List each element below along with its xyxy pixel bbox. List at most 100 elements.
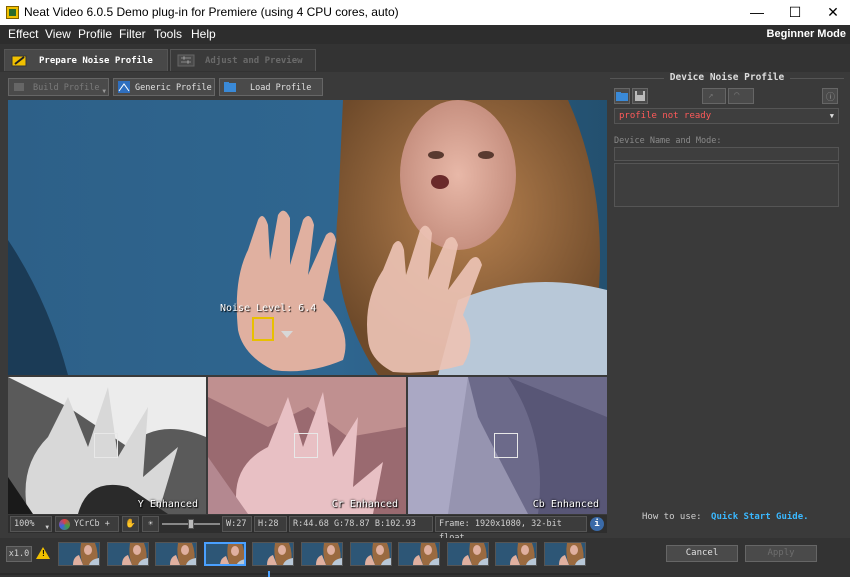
thumbnail-image <box>545 543 585 565</box>
timeline-thumbnail[interactable] <box>446 542 489 566</box>
main-viewer[interactable]: Noise Level: 6.4 <box>8 100 607 375</box>
hand-icon: ✋ <box>125 519 136 529</box>
colorspace-select[interactable]: YCrCb + <box>55 516 119 532</box>
thumbnail-image <box>447 543 488 565</box>
slider-handle[interactable] <box>188 519 194 529</box>
noise-level-label: Noise Level: 6.4 <box>220 303 317 314</box>
profile-info-button[interactable]: ⓘ <box>822 88 838 104</box>
cr-enhanced-label: Cr Enhanced <box>331 499 398 510</box>
width-readout: W:27 <box>222 516 252 532</box>
menu-profile[interactable]: Profile <box>78 27 112 41</box>
howto-label: How to use: Quick Start Guide. <box>642 512 809 522</box>
timeline-marker[interactable] <box>268 571 270 577</box>
thumbnail-image <box>107 543 148 565</box>
tabs-row: Prepare Noise Profile Adjust and Preview <box>0 44 850 72</box>
tab-label: Prepare Noise Profile <box>39 56 153 66</box>
menu-effect[interactable]: Effect <box>8 27 38 41</box>
dropdown-arrow-icon[interactable] <box>281 331 293 338</box>
profile-status-select[interactable]: profile not ready ▼ <box>614 108 839 124</box>
zoom-select[interactable]: 100% ▼ <box>10 516 52 532</box>
title-bar: Neat Video 6.0.5 Demo plug-in for Premie… <box>0 0 850 25</box>
close-button[interactable]: ✕ <box>810 0 850 25</box>
wand-icon <box>11 55 27 67</box>
menu-bar: Effect View Profile Filter Tools Help Be… <box>0 25 850 44</box>
timeline-thumbnail[interactable] <box>398 542 441 566</box>
apply-button[interactable]: Apply <box>745 545 817 562</box>
menu-view[interactable]: View <box>45 27 71 41</box>
folder-icon <box>616 92 628 101</box>
hand-tool-button[interactable]: ✋ <box>122 516 139 532</box>
save-profile-button[interactable] <box>632 88 648 104</box>
generic-profile-button[interactable]: Generic Profile <box>113 78 215 96</box>
quick-start-guide-link[interactable]: Quick Start Guide. <box>711 512 809 522</box>
timeline-thumbnail[interactable] <box>252 542 295 566</box>
profile-status-text: profile not ready <box>619 111 712 121</box>
device-name-label: Device Name and Mode: <box>614 136 722 146</box>
y-enhanced-label: Y Enhanced <box>137 499 198 510</box>
build-icon <box>14 83 24 91</box>
tab-label: Adjust and Preview <box>205 56 303 66</box>
info-icon[interactable]: i <box>590 517 604 531</box>
cb-enhanced-view[interactable]: Cb Enhanced <box>408 377 607 514</box>
timeline-track <box>0 573 600 575</box>
thumbnail-image <box>399 543 440 565</box>
thumbnail-image <box>350 543 391 565</box>
noise-sample-selection[interactable] <box>252 317 274 341</box>
info-icon: ⓘ <box>826 93 836 103</box>
dropdown-arrow-icon: ▼ <box>102 88 106 95</box>
timeline-thumbnail[interactable] <box>301 542 343 566</box>
timeline-thumbnail[interactable] <box>544 542 586 566</box>
open-profile-button[interactable] <box>614 88 630 104</box>
brightness-icon: ☀ <box>147 519 154 529</box>
thumbnail-image <box>253 543 294 565</box>
bottom-bar: x1.0 ! Cancel Apply <box>0 538 850 577</box>
timeline-thumbnail[interactable] <box>349 542 392 566</box>
menu-filter[interactable]: Filter <box>119 27 146 41</box>
video-frame-image <box>8 100 607 375</box>
zoom-factor-select[interactable]: x1.0 <box>6 546 32 562</box>
sample-box <box>494 433 518 458</box>
cb-enhanced-label: Cb Enhanced <box>532 499 599 510</box>
frame-info: Frame: 1920x1080, 32-bit float <box>435 516 587 543</box>
timeline-thumbnail[interactable] <box>106 542 149 566</box>
sample-box <box>94 433 118 458</box>
generic-profile-icon <box>118 81 130 93</box>
load-profile-button[interactable]: Load Profile <box>219 78 323 96</box>
tab-adjust-and-preview[interactable]: Adjust and Preview <box>170 49 316 71</box>
thumbnail-image <box>205 544 244 564</box>
dropdown-arrow-icon: ▼ <box>45 524 49 531</box>
mode-indicator[interactable]: Beginner Mode <box>767 28 846 40</box>
panel-title: Device Noise Profile <box>663 72 791 83</box>
profile-options-button[interactable]: ⌒ <box>728 88 754 104</box>
warning-icon[interactable]: ! <box>36 547 50 559</box>
device-name-field[interactable] <box>614 147 839 161</box>
y-enhanced-view[interactable]: Y Enhanced <box>8 377 206 514</box>
thumbnail-image <box>496 543 537 565</box>
timeline-thumbnail[interactable] <box>495 542 538 566</box>
color-wheel-icon <box>59 519 70 530</box>
thumbnail-image <box>59 543 99 565</box>
height-readout: H:28 <box>254 516 287 532</box>
menu-tools[interactable]: Tools <box>154 27 182 41</box>
wand-icon: ↗ <box>708 91 714 101</box>
cancel-button[interactable]: Cancel <box>666 545 738 562</box>
viewer-status-bar: 100% ▼ YCrCb + ✋ ☀ W:27 H:28 R:44.68 G:7… <box>8 515 607 543</box>
thumbnail-image <box>156 543 197 565</box>
device-noise-profile-panel: Device Noise Profile ↗ ⌒ ⓘ profile not r… <box>610 72 844 532</box>
timeline-thumbnail[interactable] <box>203 542 246 566</box>
window-title: Neat Video 6.0.5 Demo plug-in for Premie… <box>24 5 399 19</box>
auto-profile-button[interactable]: ↗ <box>702 88 726 104</box>
tab-prepare-noise-profile[interactable]: Prepare Noise Profile <box>4 49 168 71</box>
build-profile-button[interactable]: Build Profile ▼ <box>8 78 109 96</box>
timeline-thumbnail[interactable] <box>155 542 198 566</box>
timeline-thumbnail[interactable] <box>58 542 100 566</box>
cr-enhanced-view[interactable]: Cr Enhanced <box>208 377 406 514</box>
menu-help[interactable]: Help <box>191 27 216 41</box>
options-icon: ⌒ <box>734 90 740 100</box>
device-mode-field[interactable] <box>614 163 839 207</box>
rgb-readout: R:44.68 G:78.87 B:102.93 <box>289 516 433 532</box>
app-icon <box>6 6 19 19</box>
chevron-down-icon: ▼ <box>829 112 834 120</box>
brightness-slider[interactable] <box>162 519 220 529</box>
brightness-button[interactable]: ☀ <box>142 516 159 532</box>
